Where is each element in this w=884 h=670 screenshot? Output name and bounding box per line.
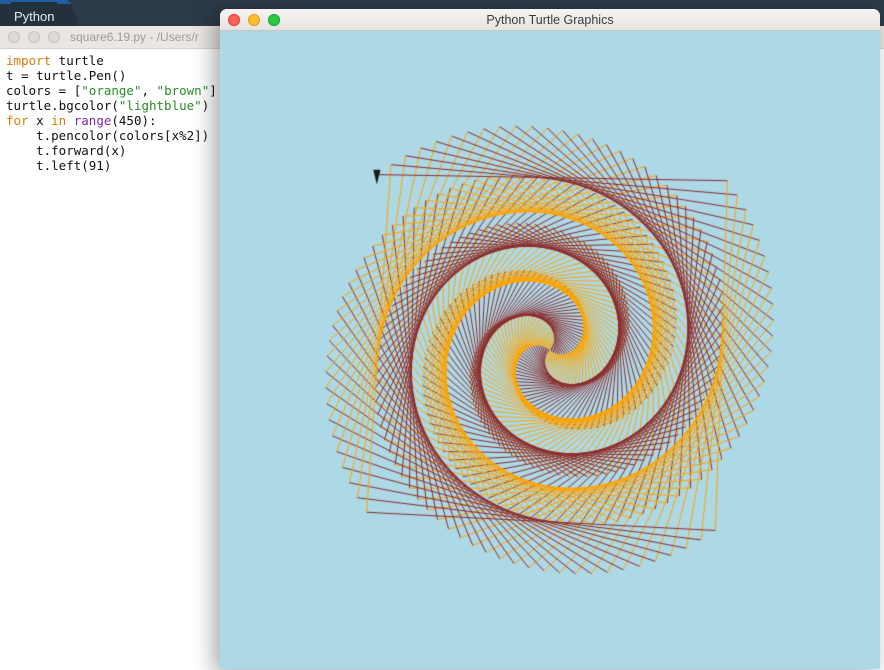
- code-text: (450):: [111, 113, 156, 128]
- zoom-icon[interactable]: [48, 31, 60, 43]
- code-string: "brown": [157, 83, 210, 98]
- turtle-window[interactable]: Python Turtle Graphics: [220, 9, 880, 669]
- code-string: "lightblue": [119, 98, 202, 113]
- code-text: t.forward(x): [6, 143, 126, 158]
- close-icon[interactable]: [8, 31, 20, 43]
- code-kw: for: [6, 113, 29, 128]
- code-text: t.left(91): [6, 158, 111, 173]
- code-text: ]: [209, 83, 217, 98]
- code-text: ): [202, 98, 210, 113]
- code-text: t.pencolor(colors[x%2]): [6, 128, 209, 143]
- code-text: t = turtle.Pen(): [6, 68, 126, 83]
- code-text: turtle.bgcolor(: [6, 98, 119, 113]
- code-kw: in: [51, 113, 66, 128]
- code-fn: range: [66, 113, 111, 128]
- minimize-icon[interactable]: [28, 31, 40, 43]
- editor-traffic-lights: [8, 31, 60, 43]
- turtle-window-title: Python Turtle Graphics: [220, 13, 880, 27]
- turtle-titlebar[interactable]: Python Turtle Graphics: [220, 9, 880, 31]
- turtle-drawing: [220, 31, 880, 669]
- ide-tab-label: Python: [14, 9, 54, 24]
- editor-title-text: square6.19.py - /Users/r: [70, 30, 199, 44]
- code-text: turtle: [51, 53, 104, 68]
- ide-tab-python[interactable]: Python: [0, 0, 68, 26]
- code-text: x: [29, 113, 52, 128]
- code-text: ,: [141, 83, 156, 98]
- turtle-canvas: [220, 31, 880, 669]
- code-string: "orange": [81, 83, 141, 98]
- code-kw: import: [6, 53, 51, 68]
- code-text: colors = [: [6, 83, 81, 98]
